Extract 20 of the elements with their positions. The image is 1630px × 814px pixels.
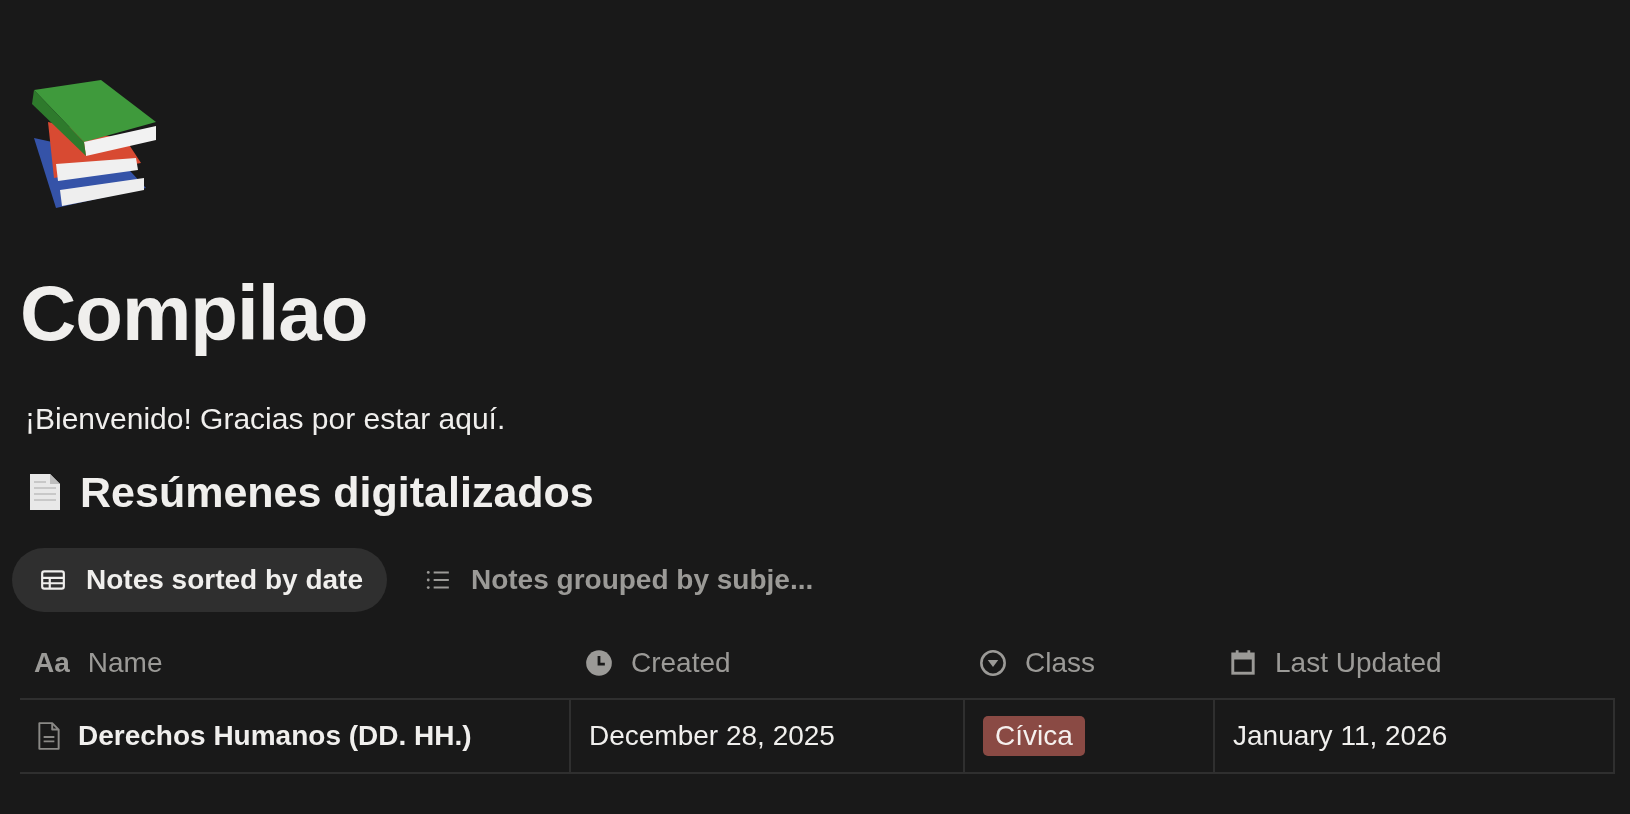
column-header: Created [631,647,731,679]
column-header: Last Updated [1275,647,1442,679]
clock-icon [585,649,613,677]
table-cell: January 11, 2026 [1233,720,1448,752]
document-icon [28,472,62,512]
view-tab[interactable]: Notes sorted by date [12,548,387,612]
database-title: Resúmenes digitalizados [80,467,594,518]
page-description: ¡Bienvenido! Gracias por estar aquí. [25,402,507,436]
column-header: Class [1025,647,1095,679]
text-property-icon: Aa [34,647,70,679]
table-cell: December 28, 2025 [589,720,835,752]
view-tab[interactable]: Notes grouped by subje... [396,548,838,612]
table-icon [40,567,66,593]
page-link[interactable]: Derechos Humanos (DD. HH.) [78,720,472,752]
page-title: Compilao [20,270,369,356]
column-header: Name [87,647,163,679]
page-icon [36,721,62,751]
select-property-icon [979,649,1007,677]
class-tag: Cívica [983,716,1085,756]
calendar-icon [1229,649,1257,677]
